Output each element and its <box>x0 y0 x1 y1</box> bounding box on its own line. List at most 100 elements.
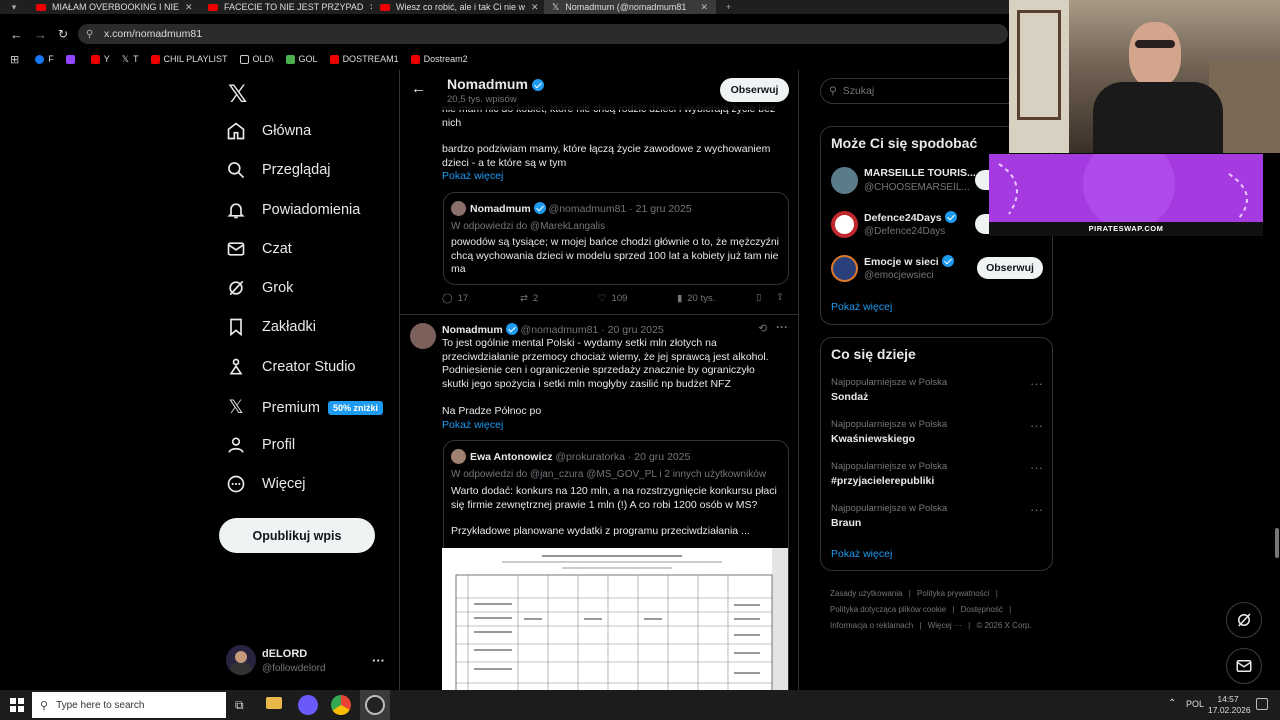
trend-more-icon[interactable]: ··· <box>1030 502 1043 517</box>
avatar[interactable] <box>831 255 858 282</box>
footer-link[interactable]: Polityka prywatności <box>917 589 989 598</box>
header-name: Nomadmum <box>447 76 544 92</box>
show-more-link[interactable]: Pokaż więcej <box>442 419 503 431</box>
reply-button[interactable]: ◯ 17 <box>442 293 468 304</box>
obs-icon[interactable] <box>365 695 385 715</box>
nav-explore[interactable]: Przeglądaj <box>226 160 331 180</box>
account-menu-icon[interactable]: ··· <box>372 653 385 668</box>
nav-profile[interactable]: Profil <box>226 435 295 455</box>
bookmark-button[interactable]: ▯ <box>756 292 761 303</box>
grok-icon[interactable]: ⟲ <box>758 322 767 335</box>
show-more-link[interactable]: Pokaż więcej <box>831 548 892 560</box>
browser-tab[interactable]: Wiesz co robić, ale i tak Ci nie w ✕ <box>372 0 544 14</box>
account-name[interactable]: Emocje w sieci <box>864 255 954 268</box>
avatar[interactable] <box>410 323 436 349</box>
page-scrollbar-thumb[interactable] <box>1275 528 1279 558</box>
tab-search-icon[interactable]: ▾ <box>0 2 28 13</box>
new-tab-button[interactable]: + <box>716 2 731 12</box>
repost-button[interactable]: ⇄ 2 <box>520 293 538 304</box>
messages-float-button[interactable] <box>1226 648 1262 684</box>
nav-premium[interactable]: 𝕏 Premium 50% zniżki <box>226 396 384 419</box>
nav-chat[interactable]: Czat <box>226 239 292 259</box>
taskbar-search[interactable]: ⚲ Type here to search <box>32 692 226 718</box>
forward-icon[interactable]: → <box>34 27 47 42</box>
language-indicator[interactable]: POL <box>1186 699 1204 709</box>
browser-tab[interactable]: MIAŁAM OVERBOOKING I NIE ✕ <box>28 0 200 14</box>
bookmark-item[interactable]: Dostream2 <box>410 54 468 64</box>
x-logo-icon[interactable]: 𝕏 <box>228 80 247 109</box>
file-explorer-icon[interactable] <box>266 697 282 709</box>
attached-document-image[interactable] <box>442 548 788 693</box>
bookmark-item[interactable]: CHIL PLAYLIST <box>150 54 228 64</box>
share-button[interactable]: ⇧ <box>776 292 784 303</box>
more-options-icon[interactable]: ··· <box>776 320 788 334</box>
footer-link[interactable]: Zasady użytkowania <box>830 589 902 598</box>
nav-bookmarks[interactable]: Zakładki <box>226 317 316 337</box>
site-info-icon[interactable]: ⚲ <box>86 29 93 40</box>
footer-link[interactable]: Polityka dotycząca plików cookie <box>830 605 946 614</box>
views-button[interactable]: ▮ 20 tys. <box>677 293 715 304</box>
bookmark-item[interactable]: DOSTREAM1 <box>329 54 399 64</box>
footer-link[interactable]: Informacja o reklamach <box>830 621 913 630</box>
home-icon <box>227 122 245 140</box>
bookmark-item[interactable]: 𝕏T <box>122 54 139 65</box>
back-arrow-icon[interactable]: ← <box>411 80 426 97</box>
bookmark-folder[interactable]: OLD\ <box>239 54 274 64</box>
search-input[interactable]: Szukaj <box>843 85 875 97</box>
bookmark-icon: ▯ <box>756 292 762 303</box>
nav-creator-studio[interactable]: Creator Studio <box>226 357 356 377</box>
like-button[interactable]: ♡ 109 <box>598 293 627 304</box>
browser-tab-active[interactable]: 𝕏 Nomadmum (@nomadmum81 ✕ <box>544 0 716 14</box>
reload-icon[interactable]: ↻ <box>58 27 68 41</box>
close-icon[interactable]: ✕ <box>185 2 193 13</box>
follow-button[interactable]: Obserwuj <box>977 257 1043 279</box>
trend-item[interactable]: Najpopularniejsze w Polska Braun <box>831 503 947 529</box>
account-name[interactable]: Defence24Days <box>864 211 957 224</box>
nav-more[interactable]: Więcej <box>226 474 306 494</box>
follow-button-partial[interactable] <box>975 170 989 190</box>
task-view-icon[interactable]: ⧉ <box>235 698 244 713</box>
windows-start-icon[interactable] <box>10 698 24 712</box>
post-button[interactable]: Opublikuj wpis <box>219 518 375 553</box>
taskbar-search-input[interactable]: Type here to search <box>56 700 144 711</box>
follow-button[interactable]: Obserwuj <box>720 78 789 102</box>
teams-icon[interactable] <box>298 695 318 715</box>
show-more-link[interactable]: Pokaż więcej <box>831 301 892 313</box>
account-handle: @CHOOSEMARSEIL... <box>864 182 970 193</box>
quoted-tweet[interactable]: Nomadmum @nomadmum81 · 21 gru 2025 W odp… <box>443 192 789 285</box>
chrome-icon[interactable] <box>331 695 351 715</box>
close-icon[interactable]: ✕ <box>700 2 708 13</box>
bookmark-item[interactable]: GOL <box>285 54 318 64</box>
footer-link[interactable]: Więcej ··· <box>928 621 962 630</box>
browser-tab[interactable]: FACECIE TO NIE JEST PRZYPAD✕ <box>200 0 372 14</box>
url-text[interactable]: x.com/nomadmum81 <box>104 28 202 40</box>
bookmark-item[interactable]: F <box>35 54 54 64</box>
nav-home[interactable]: Główna <box>226 121 311 141</box>
grok-float-button[interactable] <box>1226 602 1262 638</box>
trend-more-icon[interactable]: ··· <box>1030 460 1043 475</box>
trend-item[interactable]: Najpopularniejsze w Polska #przyjacieler… <box>831 461 947 487</box>
search-box[interactable]: ⚲ Szukaj <box>820 78 1020 104</box>
trend-more-icon[interactable]: ··· <box>1030 418 1043 433</box>
show-more-link[interactable]: Pokaż więcej <box>442 170 503 182</box>
close-icon[interactable]: ✕ <box>531 2 539 13</box>
trend-item[interactable]: Najpopularniejsze w Polska Kwaśniewskieg… <box>831 419 947 445</box>
avatar[interactable] <box>226 645 256 675</box>
bookmark-item[interactable]: Y <box>90 54 110 64</box>
notifications-icon[interactable] <box>1256 698 1268 710</box>
tray-expand-icon[interactable]: ⌃ <box>1168 698 1176 709</box>
apps-icon[interactable]: ⊞ <box>10 53 19 66</box>
footer-link[interactable]: Dostępność <box>961 605 1003 614</box>
trend-more-icon[interactable]: ··· <box>1030 376 1043 391</box>
follow-button-partial[interactable] <box>975 214 989 234</box>
avatar[interactable] <box>831 167 858 194</box>
back-icon[interactable]: ← <box>10 27 23 42</box>
nav-grok[interactable]: Grok <box>226 278 293 298</box>
clock[interactable]: 14:57 17.02.2026 <box>1208 694 1251 716</box>
avatar[interactable] <box>831 211 858 238</box>
trend-item[interactable]: Najpopularniejsze w Polska Sondaż <box>831 377 947 403</box>
account-name[interactable]: MARSEILLE TOURIS... <box>864 167 976 179</box>
bookmark-item[interactable] <box>65 54 79 64</box>
nav-notifications[interactable]: Powiadomienia <box>226 200 360 220</box>
streamer-head <box>1129 22 1181 88</box>
